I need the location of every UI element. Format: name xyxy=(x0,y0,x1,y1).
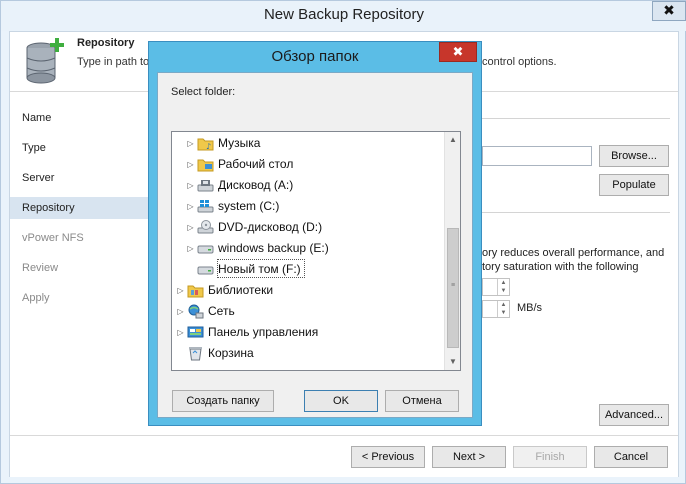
finish-button: Finish xyxy=(513,446,587,468)
advanced-button[interactable]: Advanced... xyxy=(599,404,669,426)
expand-arrow-icon[interactable]: ▷ xyxy=(186,175,195,196)
tree-item-label: Сеть xyxy=(208,304,235,318)
tree-scrollbar[interactable]: ▲ ≡ ▼ xyxy=(444,132,460,370)
nav-item-type[interactable]: Type xyxy=(10,137,150,159)
wizard-step-description: Type in path to xyxy=(77,56,150,68)
expand-arrow-icon[interactable]: ▷ xyxy=(176,301,185,322)
populate-button[interactable]: Populate xyxy=(599,174,669,196)
tree-item-label: Дисковод (A:) xyxy=(218,178,294,192)
tree-item-recycle-bin[interactable]: Корзина xyxy=(176,343,258,364)
nav-item-apply: Apply xyxy=(22,292,50,304)
tree-item-label: Музыка xyxy=(218,136,261,150)
tree-item-windows-backup-e[interactable]: ▷ windows backup (E:) xyxy=(186,238,333,259)
new-folder-button[interactable]: Создать папку xyxy=(172,390,274,412)
wizard-titlebar: New Backup Repository ✖ xyxy=(1,1,686,31)
expand-arrow-icon[interactable]: ▷ xyxy=(186,133,195,154)
ok-button[interactable]: OK xyxy=(304,390,378,412)
expand-arrow-icon[interactable]: ▷ xyxy=(186,238,195,259)
desktop-folder-icon xyxy=(197,157,214,172)
tree-item-system-c[interactable]: ▷ system (C:) xyxy=(186,196,283,217)
nav-item-repository[interactable]: Repository xyxy=(10,197,150,219)
spinner-down-icon[interactable]: ▼ xyxy=(497,309,509,317)
tree-item-label: Рабочий стол xyxy=(218,157,294,171)
floppy-drive-icon xyxy=(197,178,214,193)
expand-arrow-icon[interactable]: ▷ xyxy=(186,154,195,175)
tree-item-dvd-d[interactable]: ▷ DVD-дисковод (D:) xyxy=(186,217,326,238)
dialog-content: Select folder: ▷ ♪ Музыка ▷ Рабочий стол ▷ Д… xyxy=(157,72,473,418)
tree-item-floppy-a[interactable]: ▷ Дисковод (A:) xyxy=(186,175,297,196)
next-button[interactable]: Next > xyxy=(432,446,506,468)
tree-item-label: DVD-дисковод (D:) xyxy=(218,220,323,234)
nav-item-name[interactable]: Name xyxy=(10,107,150,129)
select-folder-label: Select folder: xyxy=(171,86,236,98)
wizard-step-description-tail: control options. xyxy=(482,56,557,68)
dialog-cancel-button[interactable]: Отмена xyxy=(385,390,459,412)
tree-item-control-panel[interactable]: ▷ Панель управления xyxy=(176,322,322,343)
tree-item-music[interactable]: ▷ ♪ Музыка xyxy=(186,133,264,154)
hard-drive-icon xyxy=(197,241,214,256)
wizard-footer: < Previous Next > Finish Cancel xyxy=(10,435,678,477)
tree-item-network[interactable]: ▷ Сеть xyxy=(176,301,239,322)
expand-arrow-icon[interactable]: ▷ xyxy=(186,196,195,217)
spinner-up-icon[interactable]: ▲ xyxy=(497,301,509,309)
read-write-rate-spinner[interactable]: ▲ ▼ xyxy=(482,300,510,318)
expand-arrow-icon[interactable]: ▷ xyxy=(176,322,185,343)
spinner-down-icon[interactable]: ▼ xyxy=(497,287,509,295)
nav-item-review: Review xyxy=(22,262,59,274)
cancel-button[interactable]: Cancel xyxy=(594,446,668,468)
control-panel-icon xyxy=(187,325,204,340)
concurrent-tasks-spinner[interactable]: ▲ ▼ xyxy=(482,278,510,296)
browse-folder-dialog: Обзор папок ✖ Select folder: ▷ ♪ Музыка ▷ Р… xyxy=(148,41,482,426)
section-divider xyxy=(482,118,670,119)
load-control-info-line: tory saturation with the following xyxy=(482,261,639,273)
browse-button[interactable]: Browse... xyxy=(599,145,669,167)
spinner-up-icon[interactable]: ▲ xyxy=(497,279,509,287)
tree-item-label: Новый том (F:) xyxy=(217,259,305,278)
libraries-icon xyxy=(187,283,204,298)
dialog-title: Обзор папок xyxy=(271,48,359,65)
wizard-title: New Backup Repository xyxy=(263,6,425,23)
network-icon xyxy=(187,304,204,319)
scrollbar-thumb[interactable]: ≡ xyxy=(447,228,459,348)
load-control-info-line: ory reduces overall performance, and xyxy=(482,247,665,259)
tree-item-label: windows backup (E:) xyxy=(218,241,329,255)
nav-item-server[interactable]: Server xyxy=(10,167,150,189)
wizard-close-button[interactable]: ✖ xyxy=(652,1,686,21)
recycle-bin-icon xyxy=(187,346,204,361)
folder-tree[interactable]: ▷ ♪ Музыка ▷ Рабочий стол ▷ Дисковод (A:) ▷ s… xyxy=(171,131,461,371)
music-folder-icon: ♪ xyxy=(197,136,214,151)
nav-item-vpower-nfs: vPower NFS xyxy=(22,232,84,244)
tree-item-desktop[interactable]: ▷ Рабочий стол xyxy=(186,154,297,175)
dialog-close-button[interactable]: ✖ xyxy=(439,42,477,62)
dvd-drive-icon xyxy=(197,220,214,235)
scroll-up-icon[interactable]: ▲ xyxy=(445,132,460,148)
rate-unit-label: MB/s xyxy=(517,302,543,314)
tree-item-label: system (C:) xyxy=(218,199,280,213)
expand-arrow-icon[interactable]: ▷ xyxy=(176,280,185,301)
dialog-titlebar[interactable]: Обзор папок ✖ xyxy=(149,42,481,72)
grip-icon: ≡ xyxy=(451,282,456,289)
tree-item-label: Панель управления xyxy=(208,325,319,339)
previous-button[interactable]: < Previous xyxy=(351,446,425,468)
database-add-icon xyxy=(24,38,64,84)
hard-drive-icon xyxy=(197,262,214,277)
tree-item-label: Корзина xyxy=(208,346,254,360)
wizard-step-nav: Name Type Server Repository vPower NFS R… xyxy=(10,93,150,435)
system-drive-icon xyxy=(197,199,214,214)
tree-item-libraries[interactable]: ▷ Библиотеки xyxy=(176,280,277,301)
wizard-step-title: Repository xyxy=(77,37,135,49)
svg-text:♪: ♪ xyxy=(206,142,211,151)
section-divider xyxy=(482,212,670,213)
expand-arrow-icon[interactable]: ▷ xyxy=(186,217,195,238)
tree-item-new-volume-f[interactable]: Новый том (F:) xyxy=(186,259,305,280)
scroll-down-icon[interactable]: ▼ xyxy=(445,354,460,370)
tree-item-label: Библиотеки xyxy=(208,283,274,297)
repository-path-input[interactable] xyxy=(482,146,592,166)
